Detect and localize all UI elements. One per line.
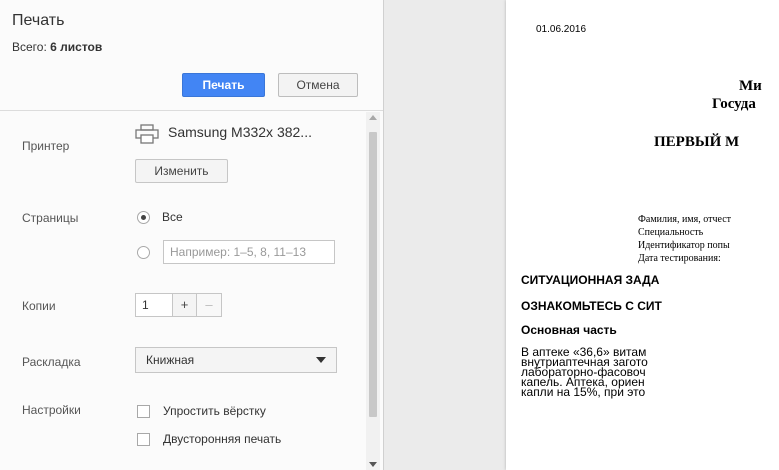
- copies-label: Копии: [22, 299, 56, 313]
- doc-field: Специальность: [638, 227, 704, 238]
- copies-input[interactable]: 1: [135, 293, 172, 317]
- print-button[interactable]: Печать: [182, 73, 265, 97]
- sheet-count-prefix: Всего:: [12, 40, 47, 54]
- duplex-checkbox[interactable]: [137, 433, 150, 446]
- doc-date: 01.06.2016: [536, 24, 587, 35]
- doc-field: Дата тестирования:: [638, 253, 721, 264]
- simplify-layout-checkbox[interactable]: [137, 405, 150, 418]
- pages-all-radio[interactable]: [137, 211, 150, 224]
- pages-range-input[interactable]: Например: 1–5, 8, 11–13: [163, 240, 335, 264]
- print-preview-area: 01.06.2016 Ми Госуда ПЕРВЫЙ М Фамилия, и…: [384, 0, 779, 470]
- cancel-button[interactable]: Отмена: [278, 73, 358, 97]
- doc-field: Фамилия, имя, отчест: [638, 214, 732, 225]
- doc-section-title: Основная часть: [521, 323, 617, 337]
- doc-heading-line1: Ми: [739, 78, 762, 94]
- pages-all-label: Все: [162, 210, 183, 224]
- doc-body-line: капли на 15%, при это: [521, 385, 646, 399]
- pages-label: Страницы: [22, 211, 79, 225]
- copies-increment-button[interactable]: +: [172, 293, 197, 317]
- pages-custom-radio[interactable]: [137, 246, 150, 259]
- layout-select-value: Книжная: [146, 353, 195, 367]
- doc-heading-line3: ПЕРВЫЙ М: [654, 134, 740, 150]
- sheet-count: Всего: 6 листов: [12, 40, 102, 54]
- sheet-count-value: 6 листов: [50, 40, 103, 54]
- dropdown-arrow-icon: [316, 357, 326, 363]
- layout-select[interactable]: Книжная: [135, 347, 337, 373]
- preview-page: 01.06.2016 Ми Госуда ПЕРВЫЙ М Фамилия, и…: [506, 0, 779, 470]
- layout-label: Раскладка: [22, 355, 81, 369]
- change-printer-button[interactable]: Изменить: [135, 159, 228, 183]
- doc-section-title: ОЗНАКОМЬТЕСЬ С СИТ: [521, 299, 662, 313]
- settings-label: Настройки: [22, 403, 81, 417]
- scroll-down-arrow-icon[interactable]: [369, 462, 377, 467]
- doc-section-title: СИТУАЦИОННАЯ ЗАДА: [521, 273, 660, 287]
- doc-heading-line2: Госуда: [712, 96, 756, 112]
- scroll-up-arrow-icon[interactable]: [369, 115, 377, 120]
- scrollbar-thumb[interactable]: [369, 132, 377, 417]
- copies-decrement-button[interactable]: –: [197, 293, 222, 317]
- duplex-label: Двусторонняя печать: [163, 432, 282, 446]
- simplify-layout-label: Упростить вёрстку: [163, 404, 266, 418]
- printer-icon: [135, 124, 159, 144]
- header-divider: [0, 110, 383, 111]
- printer-name: Samsung M332x 382...: [168, 124, 312, 140]
- printer-label: Принтер: [22, 139, 70, 153]
- doc-field: Идентификатор попы: [638, 240, 730, 251]
- settings-scrollbar[interactable]: [366, 112, 380, 470]
- panel-title: Печать: [12, 12, 65, 29]
- print-settings-panel: Печать Всего: 6 листов Печать Отмена При…: [0, 0, 384, 470]
